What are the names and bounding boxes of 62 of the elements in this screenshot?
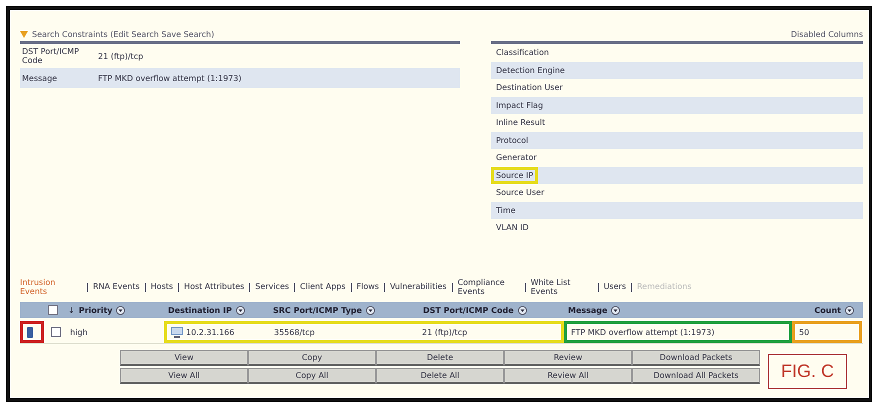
column-header[interactable]: Message (568, 306, 608, 314)
action-button[interactable]: Review All (504, 368, 632, 384)
tab[interactable]: Flows (356, 282, 379, 292)
tab[interactable]: RNA Events (93, 282, 140, 292)
column-option[interactable]: Detection Engine (494, 64, 567, 76)
bookmark-icon[interactable] (27, 326, 33, 338)
action-button[interactable]: View All (120, 368, 248, 384)
column-option[interactable]: Source User (494, 187, 546, 198)
column-header[interactable]: Count (814, 306, 841, 314)
column-option[interactable]: Classification (494, 47, 551, 58)
panel-title: Disabled Columns (790, 30, 863, 39)
table-cell: 21 (ftp)/tcp (422, 328, 468, 336)
table-cell: high (70, 328, 88, 336)
dropdown-icon[interactable] (116, 306, 126, 314)
dropdown-icon[interactable] (236, 306, 245, 314)
tab[interactable]: Host Attributes (184, 282, 244, 292)
constraint-value: FTP MKD overflow attempt (1:1973) (98, 74, 242, 83)
host-icon[interactable] (171, 326, 183, 338)
dropdown-icon[interactable] (366, 306, 375, 314)
constraint-value: 21 (ftp)/tcp (98, 52, 144, 61)
tab[interactable]: Client Apps (300, 282, 346, 292)
tab[interactable]: White List Events (530, 278, 593, 296)
action-button[interactable]: Delete (376, 350, 504, 366)
figure-label: FIG. C (768, 354, 847, 389)
column-option[interactable]: VLAN ID (494, 222, 531, 234)
checkbox[interactable] (48, 305, 58, 315)
tab[interactable]: Users (604, 282, 626, 292)
constraint-label: Message (22, 74, 58, 83)
column-header[interactable]: Destination IP (168, 306, 232, 314)
column-header[interactable]: DST Port/ICMP Code (423, 306, 514, 314)
column-option[interactable]: Time (494, 204, 518, 216)
checkbox[interactable] (51, 327, 61, 337)
tab[interactable]: Intrusion Events (20, 278, 82, 296)
column-option[interactable]: Destination User (494, 82, 565, 94)
sort-indicator: ↓ (68, 306, 75, 314)
column-option[interactable]: Generator (494, 152, 539, 164)
action-button[interactable]: Download Packets (632, 350, 760, 366)
column-option[interactable]: Protocol (494, 134, 530, 146)
table-cell: FTP MKD overflow attempt (1:1973) (571, 328, 714, 336)
action-button[interactable]: Review (504, 350, 632, 366)
action-button[interactable]: Copy All (248, 368, 376, 384)
column-option[interactable]: Source IP (494, 170, 536, 181)
dropdown-icon[interactable] (611, 306, 620, 314)
tab[interactable]: Hosts (150, 282, 174, 292)
constraint-label: DST Port/ICMP Code (22, 47, 80, 66)
column-header[interactable]: SRC Port/ICMP Type (273, 306, 362, 314)
action-button[interactable]: Download All Packets (632, 368, 760, 384)
table-cell: 50 (799, 328, 810, 336)
action-button[interactable]: View (120, 350, 248, 366)
table-cell[interactable]: 10.2.31.166 (186, 328, 234, 336)
tab[interactable]: Compliance Events (458, 278, 520, 296)
panel-title: Search Constraints (Edit Search Save Search) (32, 30, 214, 39)
column-option[interactable]: Impact Flag (494, 100, 546, 111)
column-option[interactable]: Inline Result (494, 117, 548, 128)
action-button[interactable]: Copy (248, 350, 376, 366)
tab[interactable]: Vulnerabilities (390, 282, 447, 292)
column-header[interactable]: Priority (78, 306, 112, 314)
dropdown-icon[interactable] (518, 306, 527, 314)
table-cell: 35568/tcp (274, 328, 315, 336)
action-button[interactable]: Delete All (376, 368, 504, 384)
dropdown-icon[interactable] (845, 306, 854, 314)
tab[interactable]: Services (255, 282, 290, 292)
